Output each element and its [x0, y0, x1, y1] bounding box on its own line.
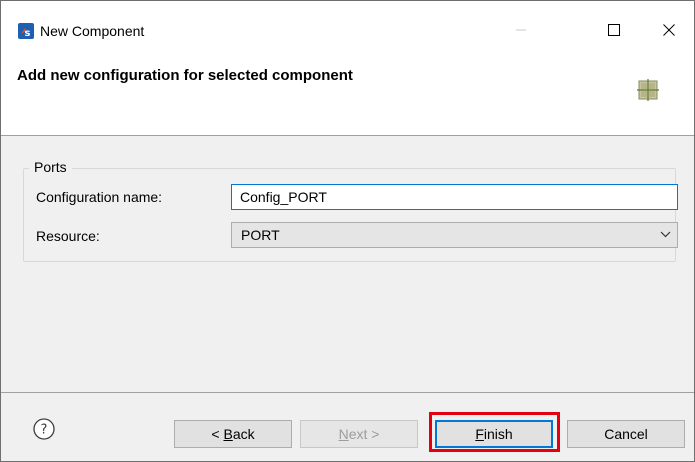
close-button[interactable] — [646, 15, 692, 45]
maximize-button[interactable] — [591, 15, 637, 45]
resource-select[interactable]: PORT — [231, 222, 678, 248]
component-grid-icon — [637, 79, 659, 101]
back-mnemonic: B — [223, 426, 233, 442]
new-component-dialog: s New Component Add new configuration fo… — [0, 0, 695, 462]
wizard-header: Add new configuration for selected compo… — [1, 45, 694, 136]
back-button[interactable]: < Back — [174, 420, 292, 448]
chevron-down-icon — [660, 231, 671, 238]
next-mnemonic: N — [338, 426, 349, 442]
back-prefix: < — [211, 426, 224, 442]
minimize-icon — [516, 29, 526, 31]
finish-highlight-box — [429, 412, 560, 452]
cancel-button[interactable]: Cancel — [567, 420, 685, 448]
maximize-icon — [608, 24, 620, 36]
config-name-label: Configuration name: — [36, 189, 163, 205]
next-button[interactable]: Next > — [300, 420, 418, 448]
window-title: New Component — [40, 23, 145, 39]
help-icon[interactable]: ? — [33, 418, 55, 440]
svg-text:?: ? — [41, 423, 48, 438]
page-title: Add new configuration for selected compo… — [17, 67, 353, 84]
close-icon — [663, 24, 675, 36]
resource-select-value: PORT — [241, 227, 280, 243]
next-suffix: ext > — [348, 426, 380, 442]
minimize-button[interactable] — [498, 15, 544, 45]
footer-divider — [1, 392, 694, 393]
svg-text:s: s — [25, 28, 31, 39]
s32-design-studio-icon: s — [18, 23, 34, 39]
back-suffix: ack — [232, 426, 255, 442]
resource-label: Resource: — [36, 228, 100, 244]
title-bar: s New Component — [1, 1, 694, 45]
group-legend: Ports — [29, 159, 72, 175]
config-name-input[interactable] — [231, 184, 678, 210]
